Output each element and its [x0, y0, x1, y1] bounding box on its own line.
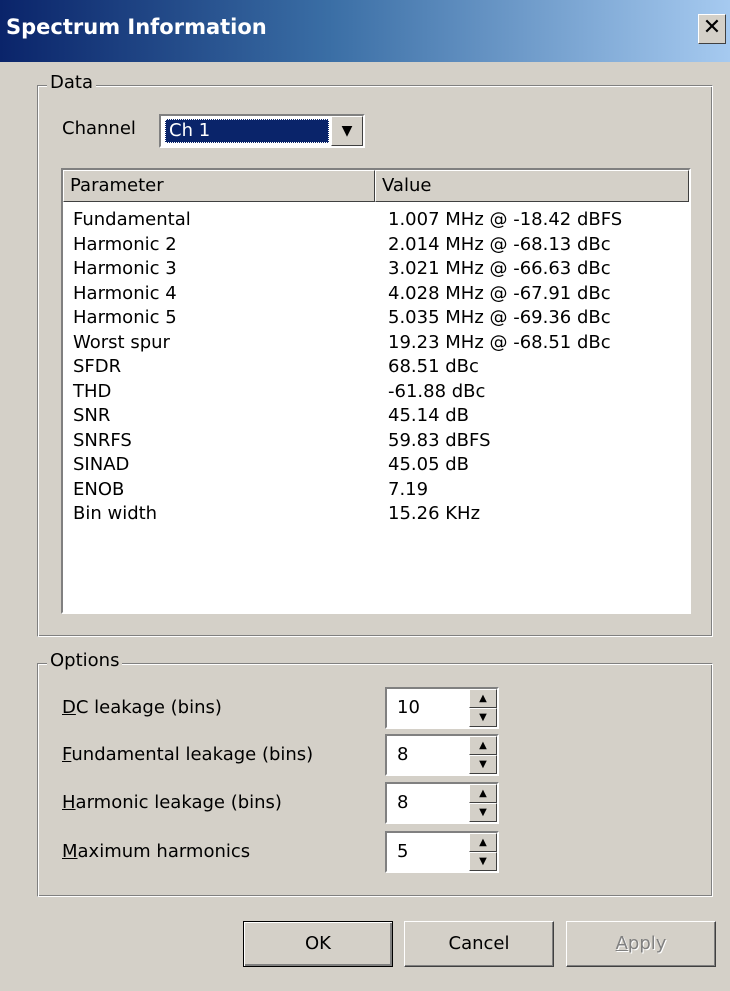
- param-value: 59.83 dBFS: [388, 429, 491, 451]
- harmonic-leakage-down-button[interactable]: ▼: [469, 803, 497, 822]
- param-value: 1.007 MHz @ -18.42 dBFS: [388, 209, 623, 230]
- channel-select[interactable]: Ch 1 ▼: [159, 114, 365, 148]
- list-item[interactable]: SINAD 45.05 dB: [63, 453, 689, 478]
- param-name: Harmonic 5: [73, 307, 177, 328]
- param-value: -61.88 dBc: [388, 380, 486, 402]
- param-value: 4.028 MHz @ -67.91 dBc: [388, 282, 611, 304]
- arrow-down-icon: ▼: [479, 759, 487, 770]
- apply-button[interactable]: Apply: [566, 921, 716, 967]
- harmonic-leakage-up-button[interactable]: ▲: [469, 784, 497, 803]
- maximum-harmonics-mnemonic: M: [62, 841, 78, 862]
- param-value: 3.021 MHz @ -66.63 dBc: [388, 258, 611, 279]
- list-item[interactable]: Harmonic 4 4.028 MHz @ -67.91 dBc: [63, 282, 689, 307]
- chevron-down-icon: ▼: [341, 123, 353, 139]
- param-name: ENOB: [73, 478, 125, 500]
- param-name: Harmonic 4: [73, 282, 177, 304]
- maximum-harmonics-down-button[interactable]: ▼: [469, 852, 497, 871]
- dc-leakage-label: DC leakage (bins): [62, 697, 222, 718]
- maximum-harmonics-label: Maximum harmonics: [62, 841, 250, 862]
- list-item[interactable]: SNR 45.14 dB: [63, 404, 689, 429]
- dc-leakage-input[interactable]: [397, 689, 467, 727]
- options-group-legend: Options: [47, 650, 123, 671]
- param-value: 2.014 MHz @ -68.13 dBc: [388, 233, 611, 255]
- fundamental-leakage-mnemonic: F: [62, 744, 72, 765]
- list-item[interactable]: Worst spur 19.23 MHz @ -68.51 dBc: [63, 331, 689, 356]
- param-name: SFDR: [73, 356, 122, 377]
- param-name: Harmonic 2: [73, 233, 177, 255]
- apply-mnemonic: A: [615, 933, 628, 954]
- param-value: 7.19: [388, 478, 429, 500]
- param-value: 68.51 dBc: [388, 356, 479, 377]
- close-button[interactable]: ✕: [698, 14, 726, 44]
- fundamental-leakage-stepper[interactable]: ▲ ▼: [385, 734, 499, 776]
- column-header-parameter[interactable]: Parameter: [63, 170, 375, 202]
- list-item[interactable]: SFDR 68.51 dBc: [63, 355, 689, 380]
- arrow-down-icon: ▼: [479, 807, 487, 818]
- list-item[interactable]: Harmonic 5 5.035 MHz @ -69.36 dBc: [63, 306, 689, 331]
- column-header-value[interactable]: Value: [375, 170, 689, 202]
- param-name: SNR: [73, 405, 111, 426]
- dc-leakage-stepper[interactable]: ▲ ▼: [385, 687, 499, 729]
- apply-label-text: pply: [627, 933, 667, 954]
- param-name: THD: [73, 380, 112, 402]
- param-value: 45.14 dB: [388, 405, 470, 426]
- maximum-harmonics-label-text: aximum harmonics: [77, 841, 251, 862]
- list-item[interactable]: Harmonic 3 3.021 MHz @ -66.63 dBc: [63, 257, 689, 282]
- dc-leakage-down-button[interactable]: ▼: [469, 708, 497, 727]
- harmonic-leakage-label: Harmonic leakage (bins): [62, 792, 282, 813]
- param-name: Worst spur: [73, 331, 170, 353]
- param-name: Bin width: [73, 503, 158, 524]
- channel-selected-value: Ch 1: [165, 119, 329, 143]
- param-name: Fundamental: [73, 209, 191, 230]
- arrow-down-icon: ▼: [479, 712, 487, 723]
- param-name: SINAD: [73, 454, 130, 475]
- list-item[interactable]: Bin width 15.26 KHz: [63, 502, 689, 527]
- data-group-legend: Data: [47, 72, 96, 93]
- maximum-harmonics-input[interactable]: [397, 833, 467, 871]
- arrow-up-icon: ▲: [479, 837, 487, 848]
- ok-button[interactable]: OK: [243, 921, 393, 967]
- channel-label: Channel: [62, 118, 136, 139]
- harmonic-leakage-input[interactable]: [397, 784, 467, 822]
- list-item[interactable]: Harmonic 2 2.014 MHz @ -68.13 dBc: [63, 233, 689, 258]
- param-value: 15.26 KHz: [388, 503, 481, 524]
- arrow-up-icon: ▲: [479, 740, 487, 751]
- list-item[interactable]: SNRFS 59.83 dBFS: [63, 429, 689, 454]
- harmonic-leakage-stepper[interactable]: ▲ ▼: [385, 782, 499, 824]
- param-name: SNRFS: [73, 429, 132, 451]
- dc-leakage-label-text: C leakage (bins): [75, 697, 222, 718]
- param-value: 19.23 MHz @ -68.51 dBc: [388, 331, 611, 353]
- arrow-up-icon: ▲: [479, 693, 487, 704]
- fundamental-leakage-down-button[interactable]: ▼: [469, 755, 497, 774]
- arrow-up-icon: ▲: [479, 788, 487, 799]
- parameter-rows: Fundamental 1.007 MHz @ -18.42 dBFS Harmo…: [63, 208, 689, 527]
- maximum-harmonics-up-button[interactable]: ▲: [469, 833, 497, 852]
- close-icon: ✕: [702, 15, 722, 40]
- parameter-list[interactable]: Parameter Value Fundamental 1.007 MHz @ -…: [61, 168, 691, 614]
- fundamental-leakage-label-text: undamental leakage (bins): [71, 744, 314, 765]
- cancel-button[interactable]: Cancel: [404, 921, 554, 967]
- fundamental-leakage-up-button[interactable]: ▲: [469, 736, 497, 755]
- harmonic-leakage-label-text: armonic leakage (bins): [75, 792, 282, 813]
- title-bar[interactable]: Spectrum Information ✕: [0, 0, 730, 62]
- fundamental-leakage-input[interactable]: [397, 736, 467, 774]
- harmonic-leakage-mnemonic: H: [62, 792, 76, 813]
- list-item[interactable]: THD -61.88 dBc: [63, 380, 689, 405]
- param-value: 5.035 MHz @ -69.36 dBc: [388, 307, 611, 328]
- arrow-down-icon: ▼: [479, 856, 487, 867]
- param-name: Harmonic 3: [73, 258, 177, 279]
- list-item[interactable]: Fundamental 1.007 MHz @ -18.42 dBFS: [63, 208, 689, 233]
- param-value: 45.05 dB: [388, 454, 470, 475]
- dc-leakage-up-button[interactable]: ▲: [469, 689, 497, 708]
- window-title: Spectrum Information: [6, 15, 267, 39]
- fundamental-leakage-label: Fundamental leakage (bins): [62, 744, 313, 765]
- maximum-harmonics-stepper[interactable]: ▲ ▼: [385, 831, 499, 873]
- list-item[interactable]: ENOB 7.19: [63, 478, 689, 503]
- channel-dropdown-button[interactable]: ▼: [331, 116, 363, 146]
- dc-leakage-mnemonic: D: [62, 697, 76, 718]
